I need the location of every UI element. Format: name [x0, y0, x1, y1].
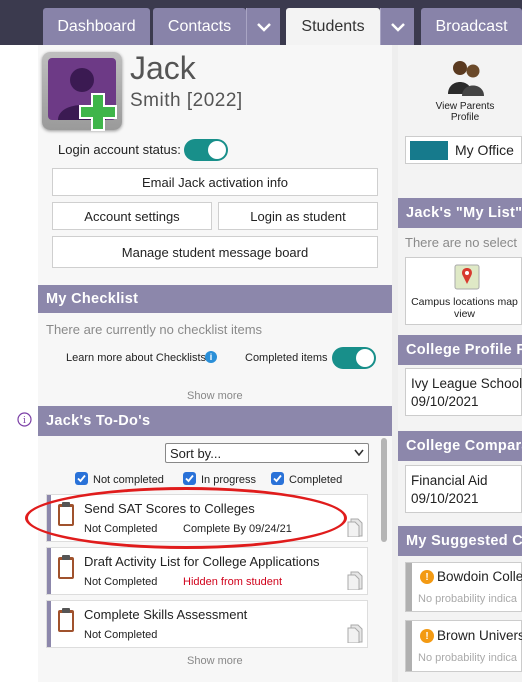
document-icon[interactable]	[347, 623, 363, 643]
tab-dashboard[interactable]: Dashboard	[43, 8, 150, 45]
chevron-down-icon	[390, 22, 405, 32]
account-settings-button[interactable]: Account settings	[52, 202, 212, 230]
todo-title: Draft Activity List for College Applicat…	[84, 554, 320, 569]
students-dropdown-button[interactable]	[380, 8, 414, 45]
checklist-header: My Checklist	[38, 285, 392, 313]
completed-items-toggle[interactable]	[332, 347, 376, 369]
filter-in-progress-label: In progress	[201, 474, 257, 486]
todo-visibility-note: Hidden from student	[183, 576, 283, 588]
todo-item[interactable]: Complete Skills Assessment Not Completed	[46, 600, 368, 648]
suggested-college-item[interactable]: ! Brown Univers No probability indica	[405, 620, 522, 672]
top-nav: Dashboard Contacts Students Broadcast	[0, 0, 522, 45]
suggested-accent-bar	[406, 563, 412, 611]
todos-scrollbar-thumb[interactable]	[381, 438, 387, 542]
student-first-name: Jack	[130, 50, 196, 86]
todo-status: Not Completed	[84, 629, 158, 641]
check-icon	[273, 474, 282, 483]
todo-item[interactable]: Draft Activity List for College Applicat…	[46, 547, 368, 595]
filter-completed-label: Completed	[289, 474, 343, 486]
login-status-toggle[interactable]	[184, 139, 228, 161]
check-icon	[77, 474, 86, 483]
login-as-student-button[interactable]: Login as student	[218, 202, 378, 230]
suggested-college-item[interactable]: ! Bowdoin Colle No probability indica	[405, 562, 522, 612]
my-list-header: Jack's "My List" o	[398, 198, 522, 228]
clipboard-icon	[58, 555, 74, 579]
my-list-empty-text: There are no select	[405, 235, 518, 250]
todo-status: Not Completed	[84, 576, 158, 588]
email-activation-button[interactable]: Email Jack activation info	[52, 168, 378, 196]
suggested-colleges-header: My Suggested Co	[398, 526, 522, 556]
todos-header: Jack's To-Do's	[38, 406, 392, 436]
filter-not-completed-checkbox[interactable]	[75, 472, 88, 485]
completed-items-label: Completed items	[245, 352, 328, 364]
clipboard-icon	[58, 608, 74, 632]
college-comparison-date: 09/10/2021	[411, 491, 479, 506]
college-profile-item[interactable]: Ivy League Schools 09/10/2021	[405, 368, 522, 416]
parents-icon[interactable]	[446, 58, 486, 96]
todo-accent-bar	[47, 548, 51, 594]
todos-show-more-link[interactable]: Show more	[187, 655, 243, 667]
view-parents-profile-link[interactable]: View Parents Profile	[430, 101, 500, 123]
college-comparison-name: Financial Aid	[411, 473, 488, 488]
checklist-show-more-link[interactable]: Show more	[187, 390, 243, 402]
annotation-oval	[25, 487, 347, 549]
office-selector[interactable]: My Office	[405, 136, 522, 164]
suggested-college-note: No probability indica	[418, 652, 518, 664]
warning-icon: !	[420, 629, 434, 643]
warning-icon: !	[420, 570, 434, 584]
tab-broadcast[interactable]: Broadcast	[421, 8, 522, 45]
tab-students[interactable]: Students	[286, 8, 380, 45]
suggested-accent-bar	[406, 621, 412, 671]
campus-map-card[interactable]: Campus locations map view	[405, 257, 522, 325]
login-status-label: Login account status:	[58, 142, 181, 157]
office-color-swatch	[410, 141, 448, 160]
todo-title: Complete Skills Assessment	[84, 607, 248, 622]
sort-by-value: Sort by...	[170, 445, 222, 461]
document-icon[interactable]	[347, 570, 363, 590]
college-comparison-item[interactable]: Financial Aid 09/10/2021	[405, 465, 522, 513]
tab-contacts[interactable]: Contacts	[153, 8, 246, 45]
checklist-empty-text: There are currently no checklist items	[46, 322, 263, 337]
college-comparison-header: College Comparati	[398, 431, 522, 461]
todo-accent-bar	[47, 601, 51, 647]
learn-more-checklists-link[interactable]: Learn more about Checklists	[66, 352, 206, 364]
suggested-college-note: No probability indica	[418, 593, 518, 605]
info-circle-icon[interactable]: i	[17, 412, 32, 427]
student-last-name-year: Smith [2022]	[130, 90, 243, 111]
chevron-down-icon	[256, 22, 271, 32]
manage-message-board-button[interactable]: Manage student message board	[52, 236, 378, 268]
add-photo-icon[interactable]	[76, 90, 120, 134]
info-icon[interactable]: i	[205, 351, 217, 363]
sort-by-select[interactable]: Sort by...	[165, 443, 369, 463]
filter-in-progress-checkbox[interactable]	[183, 472, 196, 485]
map-pin-icon	[454, 264, 480, 290]
college-profile-header: College Profile Re	[398, 335, 522, 365]
college-profile-date: 09/10/2021	[411, 394, 479, 409]
contacts-dropdown-button[interactable]	[246, 8, 280, 45]
chevron-down-icon	[354, 449, 364, 456]
campus-map-label: Campus locations map view	[411, 296, 518, 320]
college-profile-name: Ivy League Schools	[411, 376, 522, 391]
filter-completed-checkbox[interactable]	[271, 472, 284, 485]
left-gutter	[0, 45, 38, 682]
office-name: My Office	[455, 142, 514, 158]
svg-text:i: i	[23, 416, 26, 426]
suggested-college-name: Brown Univers	[437, 628, 522, 643]
document-icon[interactable]	[347, 517, 363, 537]
suggested-college-name: Bowdoin Colle	[437, 569, 522, 584]
filter-not-completed-label: Not completed	[93, 474, 164, 486]
check-icon	[185, 474, 194, 483]
